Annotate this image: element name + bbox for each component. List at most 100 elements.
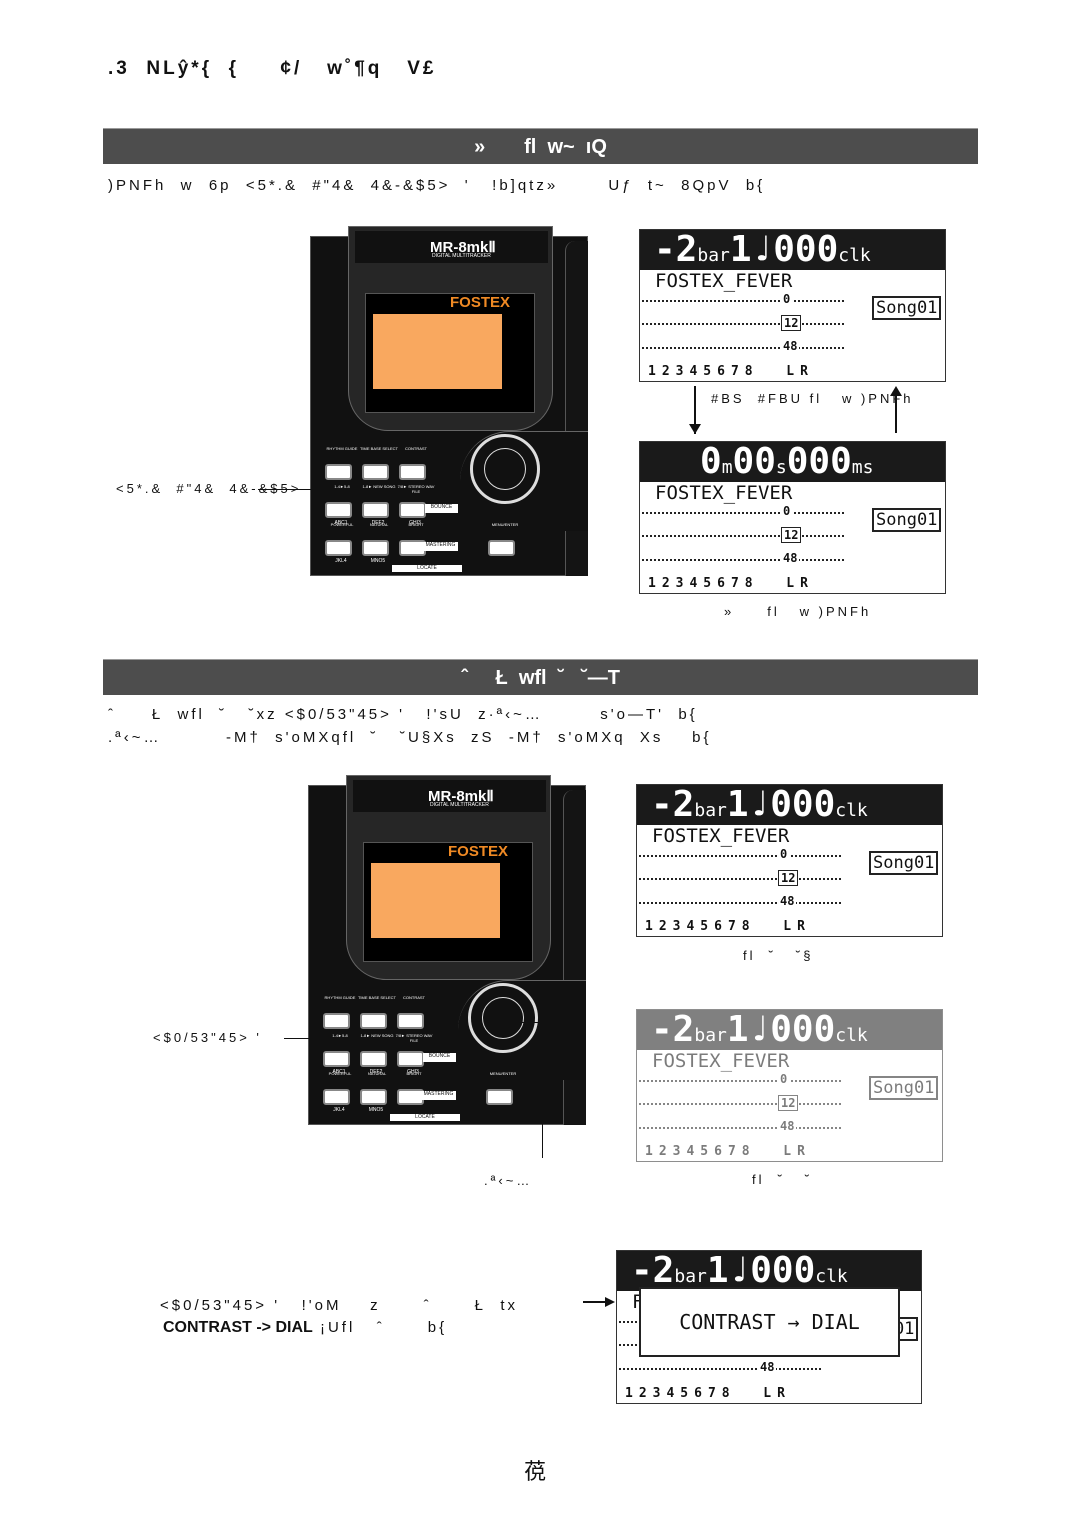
song-name: FOSTEX_FEVER bbox=[652, 825, 790, 847]
section3-text-1: <$0/53"45> ' !'oM z ˆ Ł tx bbox=[160, 1297, 518, 1314]
meter-mark: 0 bbox=[778, 847, 790, 861]
lcd-screen bbox=[371, 863, 500, 938]
button-sublabel: MNO5 bbox=[368, 1107, 384, 1113]
device-illustration-1: MR-8mkⅡ DIGITAL MULTITRACKER FOSTEX RHYTHM … bbox=[310, 226, 588, 576]
button-label: TIME BASE SELECT bbox=[357, 995, 396, 1000]
button-row3[interactable] bbox=[397, 1089, 424, 1105]
button-row2[interactable] bbox=[360, 1051, 387, 1067]
contrast-popup: CONTRAST → DIAL bbox=[639, 1287, 900, 1357]
callout-line bbox=[258, 489, 376, 490]
button-label: NATURAL bbox=[369, 522, 389, 527]
bar-clock-readout: -2bar1♩000clk bbox=[637, 1010, 942, 1050]
locate-bar: LOCATE bbox=[390, 1114, 460, 1121]
lcd3-caption: fl ˘ ˘§ bbox=[743, 948, 814, 963]
song-id: Song01 bbox=[872, 508, 942, 532]
arrow-down-head bbox=[689, 424, 701, 434]
lcd4-caption: fl ˘ ˘ bbox=[752, 1172, 813, 1187]
button-label: POWERFUL bbox=[328, 1071, 352, 1076]
lcd-screen bbox=[373, 314, 502, 389]
song-id: Song01 bbox=[869, 851, 939, 875]
button-row3[interactable] bbox=[325, 540, 352, 556]
lcd-contrast-popup: -2bar1♩000clkFOSTEX_FEVER01248Song011234… bbox=[616, 1250, 922, 1404]
meter-mark: 48 bbox=[758, 1360, 777, 1374]
button-label: CONTRAST bbox=[405, 446, 427, 451]
arrow-right-icon bbox=[583, 1301, 607, 1303]
meter-line bbox=[642, 535, 844, 537]
button-label: TIME BASE SELECT bbox=[359, 446, 398, 451]
button-label: MENU/ENTER bbox=[489, 1071, 517, 1076]
button-row1[interactable] bbox=[323, 1013, 350, 1029]
meter-mark: 48 bbox=[781, 551, 800, 565]
button-label: CONTRAST bbox=[403, 995, 425, 1000]
jog-dial[interactable] bbox=[468, 983, 538, 1053]
section1-body: )PNFh w 6p <5*.& #"4& 4&-&$5> ' !b]qtz» … bbox=[108, 177, 766, 194]
button-row2[interactable] bbox=[397, 1051, 424, 1067]
bar-clock-readout: -2bar1♩000clk bbox=[637, 785, 942, 825]
meter-line bbox=[642, 559, 844, 561]
button-row1[interactable] bbox=[397, 1013, 424, 1029]
meter-line bbox=[639, 902, 841, 904]
button-row3[interactable] bbox=[360, 1089, 387, 1105]
button-row1[interactable] bbox=[399, 464, 426, 480]
track-numbers: 12345678 LR bbox=[645, 919, 811, 934]
song-id: Song01 bbox=[872, 296, 942, 320]
button-row3[interactable] bbox=[362, 540, 389, 556]
meter-line bbox=[642, 512, 844, 514]
brand-logo: FOSTEX bbox=[450, 294, 511, 311]
meter-mark: 48 bbox=[781, 339, 800, 353]
device-illustration-2: MR-8mkⅡ DIGITAL MULTITRACKER FOSTEX RHYTHM … bbox=[308, 775, 586, 1125]
section3-text-2: CONTRAST -> DIAL ¡Ufl ˆ b{ bbox=[163, 1319, 447, 1337]
page-title: .3 NLŷ*{ { ¢/ w˚¶q V£ bbox=[108, 58, 437, 79]
locate-bar: LOCATE bbox=[392, 565, 462, 572]
button-label: POWERFUL bbox=[330, 522, 354, 527]
dial-callout bbox=[508, 1022, 544, 1023]
meter-mark: 0 bbox=[781, 292, 793, 306]
button-row3[interactable] bbox=[323, 1089, 350, 1105]
button-row2[interactable] bbox=[399, 502, 426, 518]
bar-clock-readout: -2bar1♩000clk bbox=[640, 230, 945, 270]
meter-mark: 0 bbox=[778, 1072, 790, 1086]
arrow-right-head bbox=[605, 1297, 615, 1307]
song-name: FOSTEX_FEVER bbox=[655, 270, 793, 292]
model-subtitle: DIGITAL MULTITRACKER bbox=[430, 802, 489, 808]
callout-line bbox=[284, 1038, 409, 1039]
button-row1[interactable] bbox=[360, 1013, 387, 1029]
lcd-bar-clock: -2bar1♩000clk FOSTEX_FEVER 0 12 48 Song01 1234… bbox=[639, 229, 946, 382]
meter-line bbox=[642, 347, 844, 349]
song-name: FOSTEX_FEVER bbox=[655, 482, 793, 504]
mastering-label: MASTERING bbox=[421, 1091, 456, 1100]
button-sublabel: MNO5 bbox=[370, 558, 386, 564]
lcd-time-caption: » fl w )PNFh bbox=[724, 604, 872, 619]
track-numbers: 12345678 LR bbox=[645, 1144, 811, 1159]
meter-line bbox=[639, 855, 841, 857]
button-sublabel: JKL4 bbox=[335, 558, 347, 564]
button-row2[interactable] bbox=[323, 1051, 350, 1067]
meter-mark: 48 bbox=[778, 894, 797, 908]
button-row3[interactable] bbox=[399, 540, 426, 556]
meter-mark: 12 bbox=[778, 1095, 799, 1111]
button-label: NATURAL bbox=[367, 1071, 387, 1076]
button-row2[interactable] bbox=[362, 502, 389, 518]
section-heading-1: » fl w~ ıQ bbox=[103, 128, 978, 164]
button-row2[interactable] bbox=[325, 502, 352, 518]
section2-body-1: ˆ Ł wfl ˘ ˘xz <$0/53"45> ' !'sU z·ª‹~… s… bbox=[108, 706, 698, 723]
track-numbers: 12345678 LR bbox=[625, 1386, 791, 1401]
contrast-caption: <$0/53"45> ' bbox=[153, 1030, 262, 1045]
track-numbers: 12345678 LR bbox=[648, 364, 814, 379]
button-row1[interactable] bbox=[362, 464, 389, 480]
button-label: 7/8► STEREO WAV FILE bbox=[397, 484, 435, 494]
dial-callout-line bbox=[542, 1022, 543, 1158]
meter-mark: 12 bbox=[778, 870, 799, 886]
lcd-contrast-normal: -2bar1♩000clk FOSTEX_FEVER 0 12 48 Song01 1234… bbox=[636, 784, 943, 937]
meter-mark: 0 bbox=[781, 504, 793, 518]
meter-line bbox=[639, 1080, 841, 1082]
bar-clock-readout: -2bar1♩000clk bbox=[617, 1251, 921, 1291]
song-name: FOSTEX_FEVER bbox=[652, 1050, 790, 1072]
button-row1[interactable] bbox=[325, 464, 352, 480]
jog-dial[interactable] bbox=[470, 434, 540, 504]
menu-enter-button[interactable] bbox=[488, 540, 515, 556]
bounce-label: BOUNCE bbox=[423, 1053, 456, 1062]
arrow-label: #BS #FBU fl w )PNFh bbox=[711, 391, 914, 406]
menu-enter-button[interactable] bbox=[486, 1089, 513, 1105]
time-readout: 0m00s000ms bbox=[640, 442, 945, 482]
